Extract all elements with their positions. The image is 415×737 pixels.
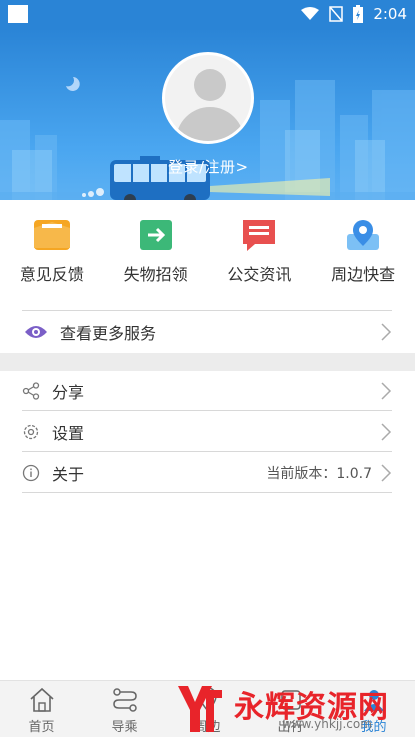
wifi-icon [301,7,320,20]
wallet-arrow-icon [139,220,172,250]
battery-icon [353,5,364,23]
nav-label-nearby: 周边 [194,720,221,735]
nav-label-mine: 我的 [360,720,387,735]
chevron-right-icon [381,381,392,400]
more-services-row[interactable]: 查看更多服务 [22,311,392,353]
nav-travel[interactable]: 出行 [249,681,332,737]
info-icon [22,464,40,481]
nav-label-travel: 出行 [277,720,304,735]
quick-label-bus-news: 公交资讯 [227,265,292,284]
section-separator [0,353,415,371]
notification-icon [8,5,28,23]
quick-label-nearby: 周边快查 [331,265,396,284]
eye-icon [25,326,47,338]
share-row[interactable]: 分享 [22,371,392,411]
settings-row[interactable]: 设置 [22,412,392,452]
share-icon [22,381,40,400]
settings-label: 设置 [52,423,85,443]
nav-label-home: 首页 [28,720,55,735]
nav-nearby[interactable]: 周边 [166,681,249,737]
travel-icon [280,690,301,710]
nav-label-guide: 导乘 [111,720,138,735]
status-bar: 2:04 [0,0,415,28]
chevron-right-icon [381,463,392,482]
about-label: 关于 [52,464,85,484]
map-pin-icon [347,220,380,250]
nav-home[interactable]: 首页 [0,681,83,737]
quick-label-feedback: 意见反馈 [19,265,84,284]
signal-off-icon [329,6,344,22]
user-icon [363,690,384,711]
nearby-icon [198,687,217,713]
avatar[interactable] [162,52,254,144]
status-time: 2:04 [373,5,407,23]
bus-news-button[interactable]: 公交资讯 [208,218,312,294]
chevron-right-icon [381,422,392,441]
feedback-button[interactable]: 意见反馈 [0,218,104,294]
version-text: 当前版本：1.0.7 [266,465,372,482]
route-icon [112,688,137,712]
quick-services: 意见反馈 失物招领 公交资讯 周边快查 [0,218,415,294]
share-label: 分享 [52,382,85,402]
gear-icon [23,424,39,439]
profile-header: 登录/注册> [0,28,415,200]
nearby-search-button[interactable]: 周边快查 [311,218,415,294]
bottom-nav: 首页 导乘 周边 出行 我的 [0,680,415,737]
lost-found-button[interactable]: 失物招领 [104,218,208,294]
login-register-link[interactable]: 登录/注册> [168,156,249,177]
quick-label-lost-found: 失物招领 [123,265,188,284]
status-right: 2:04 [301,5,407,23]
about-row[interactable]: 关于 当前版本：1.0.7 [22,453,392,493]
message-icon [243,220,276,251]
envelope-icon [33,220,70,250]
home-icon [29,687,54,712]
chevron-right-icon [381,323,392,341]
nav-guide[interactable]: 导乘 [83,681,166,737]
more-services-label: 查看更多服务 [60,324,157,343]
nav-mine[interactable]: 我的 [332,681,415,737]
